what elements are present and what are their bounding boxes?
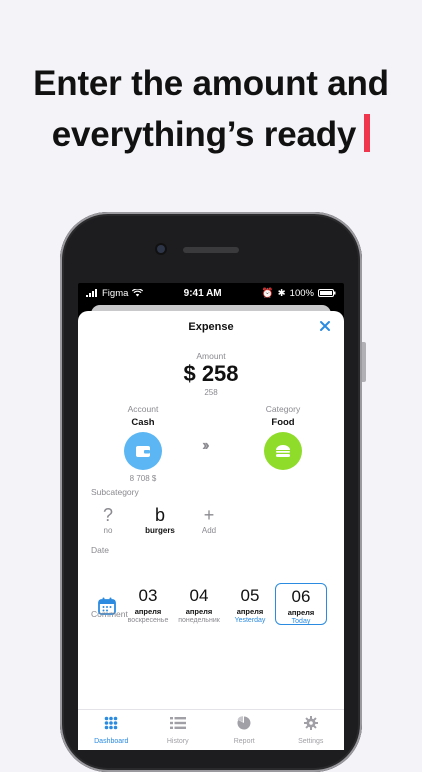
status-time: 9:41 AM [183,287,222,299]
date-month: апреля [236,607,264,616]
comment-label: Comment [91,609,128,619]
headline-line-2-text: everything’s ready [51,115,357,154]
tab-dashboard[interactable]: Dashboard [78,710,145,750]
phone-screen: Figma 9:41 AM ⏰ ✱ 100% Expense Amount $ … [78,283,344,750]
tab-history-label: History [166,738,189,745]
signal-icon [86,289,97,297]
subcategory-label: Subcategory [91,487,139,497]
subcategory-add[interactable]: + Add [179,504,239,535]
date-number: 04 [189,586,209,605]
wallet-icon [136,445,150,457]
account-name: Cash [131,417,155,428]
alarm-icon: ⏰ [261,287,274,299]
headline-line-1-text: Enter the amount and [33,64,389,103]
category-selector[interactable]: Category Food [246,404,320,470]
date-number: 05 [240,586,260,605]
double-chevron-right-icon: ›› [202,437,209,454]
account-balance: 8 708 $ [129,474,157,483]
comment-input[interactable] [91,621,331,681]
category-label: Category [265,404,301,414]
subcategory-add-caption: Add [201,526,217,535]
subcategory-row: ? no b burgers + Add [78,504,344,544]
date-option-05[interactable]: 05 апреля Yesterday [224,586,276,625]
account-button[interactable] [124,432,162,470]
burger-icon [276,445,290,457]
pie-chart-icon [237,716,251,730]
date-number: 06 [291,587,311,606]
date-number: 03 [138,586,158,605]
subcategory-none-glyph: ? [102,505,113,525]
account-label: Account [127,404,159,414]
date-option-03[interactable]: 03 апреля воскресенье [122,586,174,625]
account-selector[interactable]: Account Cash 8 708 $ [106,404,180,483]
side-button [362,342,366,382]
tab-report-label: Report [233,738,255,745]
wifi-icon [132,289,144,297]
bluetooth-icon: ✱ [277,287,286,299]
category-name: Food [271,417,295,428]
tab-report[interactable]: Report [211,710,278,750]
subcategory-none[interactable]: ? no [78,504,138,535]
text-cursor [364,114,371,152]
battery-percent: 100% [289,287,314,299]
close-icon[interactable] [318,319,332,333]
amount-expression: 258 [204,388,218,397]
tab-bar: Dashboard History Report Settings [78,709,344,750]
headline-line-2: everything’s ready [0,114,422,155]
date-label: Date [91,545,109,555]
tab-settings[interactable]: Settings [278,710,345,750]
date-month: апреля [185,607,213,616]
gear-icon [303,716,318,730]
tab-settings-label: Settings [298,738,324,745]
category-button[interactable] [264,432,302,470]
carrier-name: Figma [102,287,129,299]
amount-label: Amount [196,351,226,361]
plus-icon: + [203,505,215,525]
headline-line-1: Enter the amount and [0,64,422,104]
speaker [183,247,239,253]
subcategory-none-caption: no [103,526,113,535]
list-icon [169,717,186,729]
tab-dashboard-label: Dashboard [94,738,129,745]
date-option-06-selected[interactable]: 06 апреля Today [275,583,327,625]
status-bar: Figma 9:41 AM ⏰ ✱ 100% [78,283,344,303]
battery-icon [317,289,336,297]
amount-value[interactable]: $ 258 [78,361,344,387]
expense-sheet: Expense Amount $ 258 258 Account Cash 8 … [78,311,344,750]
date-month: апреля [287,608,315,617]
date-option-04[interactable]: 04 апреля понедельник [173,586,225,625]
camera [157,245,165,253]
tab-history[interactable]: History [145,710,212,750]
date-month: апреля [134,607,162,616]
grid-icon [104,716,118,730]
sheet-title: Expense [188,321,234,333]
